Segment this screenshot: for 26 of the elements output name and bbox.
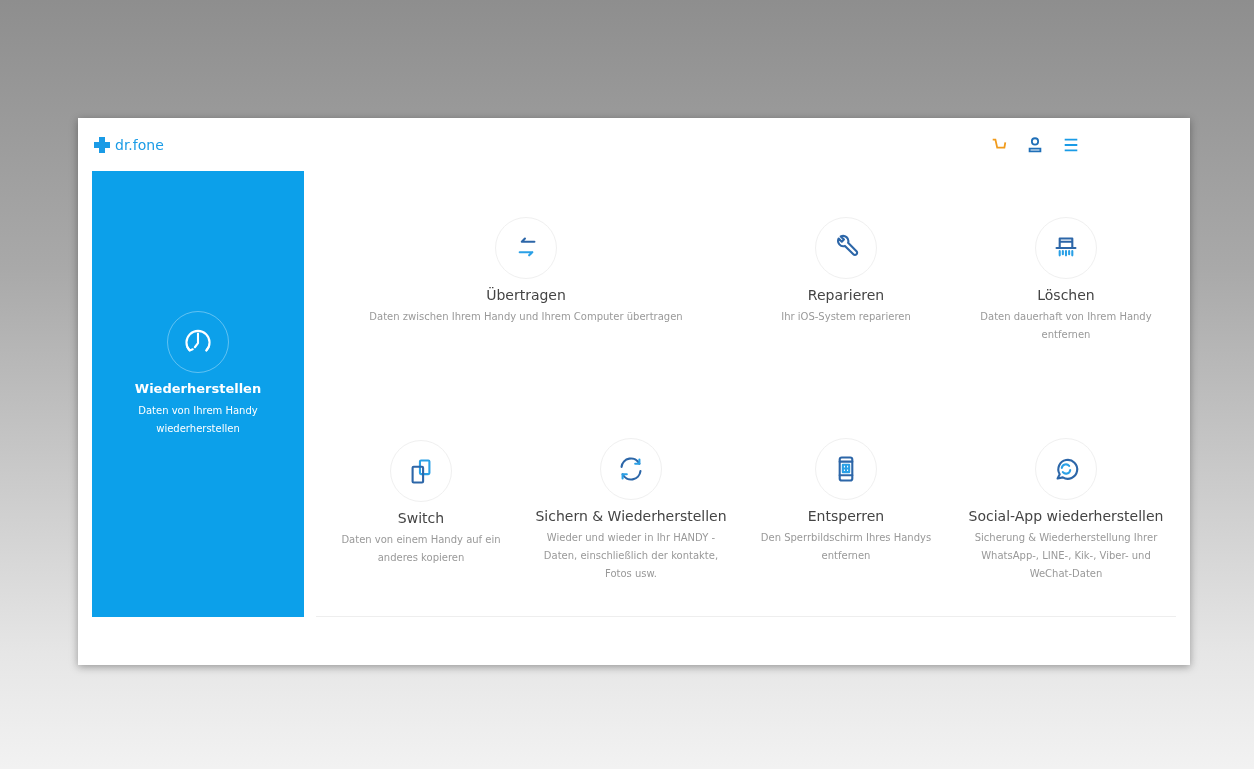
tool-card[interactable]: Reparieren Ihr iOS-System reparieren [736, 171, 956, 394]
tool-description: Den Sperrbildschirm Ihres Handys entfernen [759, 531, 933, 563]
tool-title: Sichern & Wiederherstellen [535, 508, 727, 524]
tool-title: Reparieren [807, 287, 885, 303]
tool-description: Daten von einem Handy auf ein anderes kopieren [340, 533, 502, 565]
tool-card[interactable]: Entsperren Den Sperrbildschirm Ihres Handys entfernen [736, 394, 956, 617]
tool-title: Wiederherstellen [134, 380, 262, 397]
tool-card[interactable]: Switch Daten von einem Handy auf ein anderes kopieren [316, 394, 526, 617]
tool-card[interactable]: Social-App wiederherstellen Sicherung & Wiederherstellung Ihrer WhatsApp-, LINE-, Kik-, Viber- und WeChat-Daten [956, 394, 1176, 617]
app-logo: dr.fone [115, 136, 164, 153]
user-icon[interactable] [1026, 135, 1044, 154]
tool-description: Wieder und wieder in Ihr HANDY - Daten, einschließlich der kontakte, Fotos usw. [542, 531, 720, 581]
tool-title: Social-App wiederherstellen [968, 508, 1164, 524]
tool-description: Sicherung & Wiederherstellung Ihrer WhatsApp-, LINE-, Kik-, Viber- und WeChat-Daten [973, 531, 1159, 581]
tool-title: Switch [397, 510, 445, 526]
tool-title: Löschen [1037, 287, 1095, 303]
tool-title: Übertragen [486, 287, 566, 303]
tool-card[interactable]: Übertragen Daten zwischen Ihrem Handy und Ihrem Computer übertragen [316, 171, 736, 394]
tool-description: Daten zwischen Ihrem Handy und Ihrem Computer übertragen [369, 310, 683, 324]
tool-title: Entsperren [807, 508, 885, 524]
tool-description: Daten dauerhaft von Ihrem Handy entfernen [979, 310, 1153, 342]
tool-description: Daten von Ihrem Handy wiederherstellen [137, 403, 259, 436]
tool-card[interactable]: Löschen Daten dauerhaft von Ihrem Handy entfernen [956, 171, 1176, 394]
plus-logo-icon [92, 134, 112, 155]
tool-card[interactable]: Sichern & Wiederherstellen Wieder und wieder in Ihr HANDY - Daten, einschließlich der kontakte, Fotos usw. [526, 394, 736, 617]
tool-description: Ihr iOS-System reparieren [781, 310, 911, 324]
